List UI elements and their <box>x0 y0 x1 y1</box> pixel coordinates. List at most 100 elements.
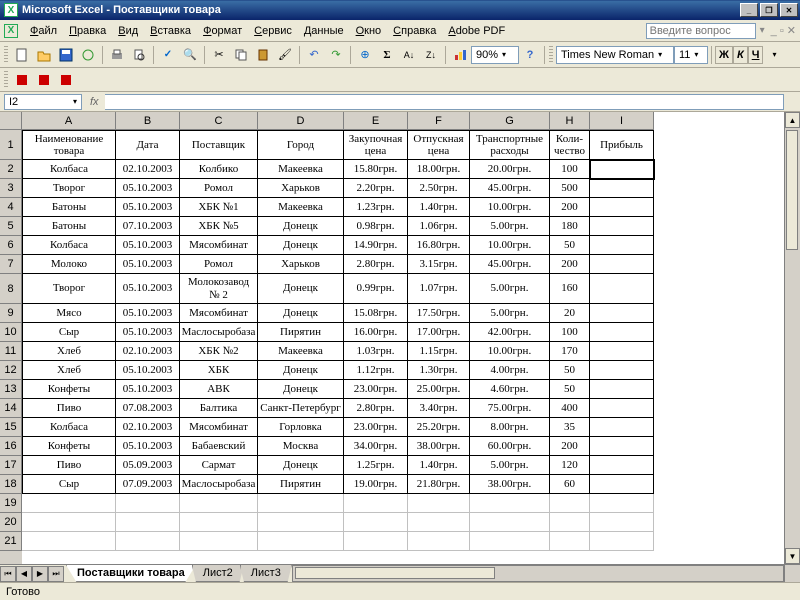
cell[interactable]: Отпускная цена <box>408 130 470 160</box>
cell[interactable]: Донецк <box>258 236 344 255</box>
cell[interactable]: 4.00грн. <box>470 361 550 380</box>
tab-prev-icon[interactable]: ◀ <box>16 566 32 582</box>
row-header-13[interactable]: 13 <box>0 380 22 399</box>
pdf-review-icon[interactable] <box>55 69 77 91</box>
cell[interactable]: Пиво <box>22 399 116 418</box>
cell[interactable]: 4.60грн. <box>470 380 550 399</box>
cell[interactable]: 02.10.2003 <box>116 342 180 361</box>
cell[interactable]: 100 <box>550 160 590 179</box>
cell[interactable]: 5.00грн. <box>470 304 550 323</box>
cell[interactable]: Донецк <box>258 456 344 475</box>
cell[interactable]: Дата <box>116 130 180 160</box>
cell[interactable]: Пирятин <box>258 475 344 494</box>
autosum-icon[interactable]: Σ <box>376 44 398 66</box>
row-header-1[interactable]: 1 <box>0 130 22 160</box>
cell[interactable]: 0.99грн. <box>344 274 408 304</box>
cell[interactable]: ХБК №2 <box>180 342 258 361</box>
new-icon[interactable] <box>11 44 33 66</box>
cell[interactable]: 05.10.2003 <box>116 274 180 304</box>
cell[interactable]: 50 <box>550 361 590 380</box>
cell[interactable] <box>116 494 180 513</box>
formula-input[interactable] <box>105 94 784 110</box>
cell[interactable]: 07.09.2003 <box>116 475 180 494</box>
paste-icon[interactable] <box>252 44 274 66</box>
cell[interactable]: Макеевка <box>258 160 344 179</box>
col-header-E[interactable]: E <box>344 112 408 130</box>
cell[interactable]: 3.40грн. <box>408 399 470 418</box>
cell[interactable] <box>470 532 550 551</box>
active-cell[interactable] <box>590 160 654 179</box>
undo-icon[interactable]: ↶ <box>303 44 325 66</box>
cell[interactable]: Закупочная цена <box>344 130 408 160</box>
row-header-11[interactable]: 11 <box>0 342 22 361</box>
cell[interactable]: 1.40грн. <box>408 198 470 217</box>
cell[interactable] <box>590 323 654 342</box>
cell[interactable]: 07.10.2003 <box>116 217 180 236</box>
cell[interactable]: 10.00грн. <box>470 236 550 255</box>
cell[interactable]: Хлеб <box>22 342 116 361</box>
sheet-tab-3[interactable]: Лист3 <box>240 565 292 582</box>
cell[interactable]: Колбаса <box>22 236 116 255</box>
cell[interactable]: 14.90грн. <box>344 236 408 255</box>
cell[interactable]: 05.10.2003 <box>116 437 180 456</box>
cell[interactable] <box>590 532 654 551</box>
cell[interactable]: ХБК <box>180 361 258 380</box>
cell[interactable]: Ромол <box>180 255 258 274</box>
cell[interactable]: 75.00грн. <box>470 399 550 418</box>
cell[interactable]: 38.00грн. <box>408 437 470 456</box>
cell[interactable]: 120 <box>550 456 590 475</box>
menu-формат[interactable]: Формат <box>197 23 248 39</box>
cell[interactable]: 15.80грн. <box>344 160 408 179</box>
row-header-14[interactable]: 14 <box>0 399 22 418</box>
cell[interactable]: Сыр <box>22 475 116 494</box>
cell[interactable] <box>590 494 654 513</box>
cell[interactable]: 5.00грн. <box>470 274 550 304</box>
cell[interactable]: 23.00грн. <box>344 380 408 399</box>
row-header-2[interactable]: 2 <box>0 160 22 179</box>
zoom-combo[interactable]: 90%▾ <box>471 46 519 64</box>
cell[interactable] <box>590 274 654 304</box>
cell[interactable] <box>408 532 470 551</box>
cell[interactable]: 17.00грн. <box>408 323 470 342</box>
cell[interactable]: Бабаевский <box>180 437 258 456</box>
cell[interactable]: 160 <box>550 274 590 304</box>
cell[interactable] <box>590 513 654 532</box>
cell[interactable]: Донецк <box>258 361 344 380</box>
horizontal-scrollbar[interactable] <box>292 565 784 582</box>
cell[interactable]: Мясомбинат <box>180 304 258 323</box>
select-all-corner[interactable] <box>0 112 22 130</box>
cell[interactable]: Хлеб <box>22 361 116 380</box>
cells-area[interactable]: Наименование товараДатаПоставщикГородЗак… <box>22 130 654 564</box>
cell[interactable]: Маслосыробаза <box>180 475 258 494</box>
name-box[interactable]: I2▾ <box>4 94 82 110</box>
cell[interactable]: 05.10.2003 <box>116 323 180 342</box>
fx-icon[interactable]: fx <box>90 96 99 108</box>
cell[interactable]: Харьков <box>258 255 344 274</box>
cell[interactable]: 05.09.2003 <box>116 456 180 475</box>
cell[interactable]: Донецк <box>258 274 344 304</box>
cell[interactable]: 0.98грн. <box>344 217 408 236</box>
vertical-scrollbar[interactable]: ▲ ▼ <box>784 112 800 564</box>
cell[interactable]: 25.00грн. <box>408 380 470 399</box>
cell[interactable]: Макеевка <box>258 342 344 361</box>
cell[interactable] <box>22 532 116 551</box>
cell[interactable] <box>344 532 408 551</box>
cell[interactable] <box>180 532 258 551</box>
minimize-button[interactable]: _ <box>740 3 758 17</box>
tab-first-icon[interactable]: ⏮ <box>0 566 16 582</box>
cell[interactable]: 21.80грн. <box>408 475 470 494</box>
pdf-email-icon[interactable] <box>33 69 55 91</box>
col-header-B[interactable]: B <box>116 112 180 130</box>
cell[interactable] <box>590 437 654 456</box>
cell[interactable]: 38.00грн. <box>470 475 550 494</box>
cell[interactable]: 200 <box>550 198 590 217</box>
cell[interactable] <box>258 494 344 513</box>
row-header-5[interactable]: 5 <box>0 217 22 236</box>
cell[interactable] <box>344 513 408 532</box>
cell[interactable] <box>116 513 180 532</box>
cell[interactable]: 1.06грн. <box>408 217 470 236</box>
cell[interactable]: 50 <box>550 236 590 255</box>
bold-button[interactable]: Ж <box>715 46 733 64</box>
cell[interactable]: 05.10.2003 <box>116 179 180 198</box>
cell[interactable]: 170 <box>550 342 590 361</box>
